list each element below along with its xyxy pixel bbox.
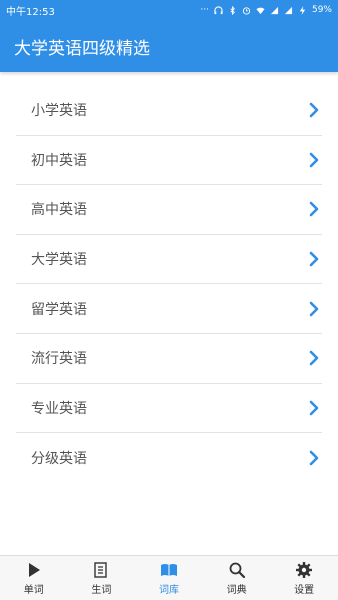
more-icon: ··· bbox=[200, 5, 209, 15]
charging-icon bbox=[299, 5, 306, 15]
list-item[interactable]: 初中英语 bbox=[16, 136, 322, 186]
signal-icon bbox=[284, 6, 293, 14]
bluetooth-icon bbox=[230, 5, 235, 15]
page-title: 大学英语四级精选 bbox=[14, 38, 150, 59]
category-list: 小学英语 初中英语 高中英语 大学英语 留学英语 流行英语 专业英语 分级英语 bbox=[16, 86, 322, 483]
list-item[interactable]: 流行英语 bbox=[16, 334, 322, 384]
list-item-label: 留学英语 bbox=[31, 301, 87, 318]
chevron-right-icon bbox=[309, 202, 319, 217]
list-item[interactable]: 小学英语 bbox=[16, 86, 322, 136]
play-icon bbox=[28, 562, 40, 577]
nav-item-settings[interactable]: 设置 bbox=[270, 556, 338, 600]
status-bar: 中午12:53 ··· 59% bbox=[0, 0, 338, 20]
status-icons: ··· 59% bbox=[200, 5, 332, 15]
nav-item-new-words[interactable]: 生词 bbox=[68, 556, 136, 600]
nav-label: 生词 bbox=[91, 584, 112, 596]
wifi-icon bbox=[256, 7, 265, 14]
nav-label: 词典 bbox=[226, 584, 247, 596]
list-item[interactable]: 留学英语 bbox=[16, 284, 322, 334]
book-icon bbox=[160, 563, 177, 576]
list-item[interactable]: 高中英语 bbox=[16, 185, 322, 235]
gear-icon bbox=[296, 561, 313, 578]
list-item-label: 小学英语 bbox=[31, 103, 87, 120]
bottom-nav: 单词 生词 词库 词典 设置 bbox=[0, 555, 338, 600]
search-icon bbox=[229, 562, 245, 578]
document-icon bbox=[94, 561, 108, 578]
list-item-label: 专业英语 bbox=[31, 400, 87, 417]
chevron-right-icon bbox=[309, 301, 319, 316]
chevron-right-icon bbox=[309, 400, 319, 416]
nav-label: 设置 bbox=[294, 584, 315, 596]
nav-label: 单词 bbox=[23, 584, 44, 596]
alarm-icon bbox=[242, 6, 251, 15]
list-item-label: 大学英语 bbox=[31, 252, 87, 269]
chevron-right-icon bbox=[309, 350, 319, 366]
list-item-label: 初中英语 bbox=[31, 152, 87, 169]
chevron-right-icon bbox=[309, 251, 319, 267]
list-item[interactable]: 专业英语 bbox=[16, 384, 322, 434]
battery-level: 59% bbox=[311, 5, 332, 15]
app-bar: 大学英语四级精选 bbox=[0, 20, 338, 72]
list-item-label: 分级英语 bbox=[31, 450, 87, 467]
list-item[interactable]: 分级英语 bbox=[16, 433, 322, 483]
list-item[interactable]: 大学英语 bbox=[16, 235, 322, 285]
list-item-label: 流行英语 bbox=[31, 351, 87, 368]
nav-item-words[interactable]: 单词 bbox=[0, 556, 68, 600]
chevron-right-icon bbox=[309, 102, 319, 118]
chevron-right-icon bbox=[309, 152, 319, 168]
headphones-icon bbox=[214, 5, 223, 14]
nav-item-library[interactable]: 词库 bbox=[135, 556, 203, 600]
chevron-right-icon bbox=[309, 450, 319, 466]
status-time: 中午12:53 bbox=[6, 6, 55, 18]
nav-item-dictionary[interactable]: 词典 bbox=[203, 556, 271, 600]
nav-label: 词库 bbox=[158, 584, 179, 596]
signal-icon bbox=[270, 6, 279, 14]
list-item-label: 高中英语 bbox=[31, 202, 87, 219]
